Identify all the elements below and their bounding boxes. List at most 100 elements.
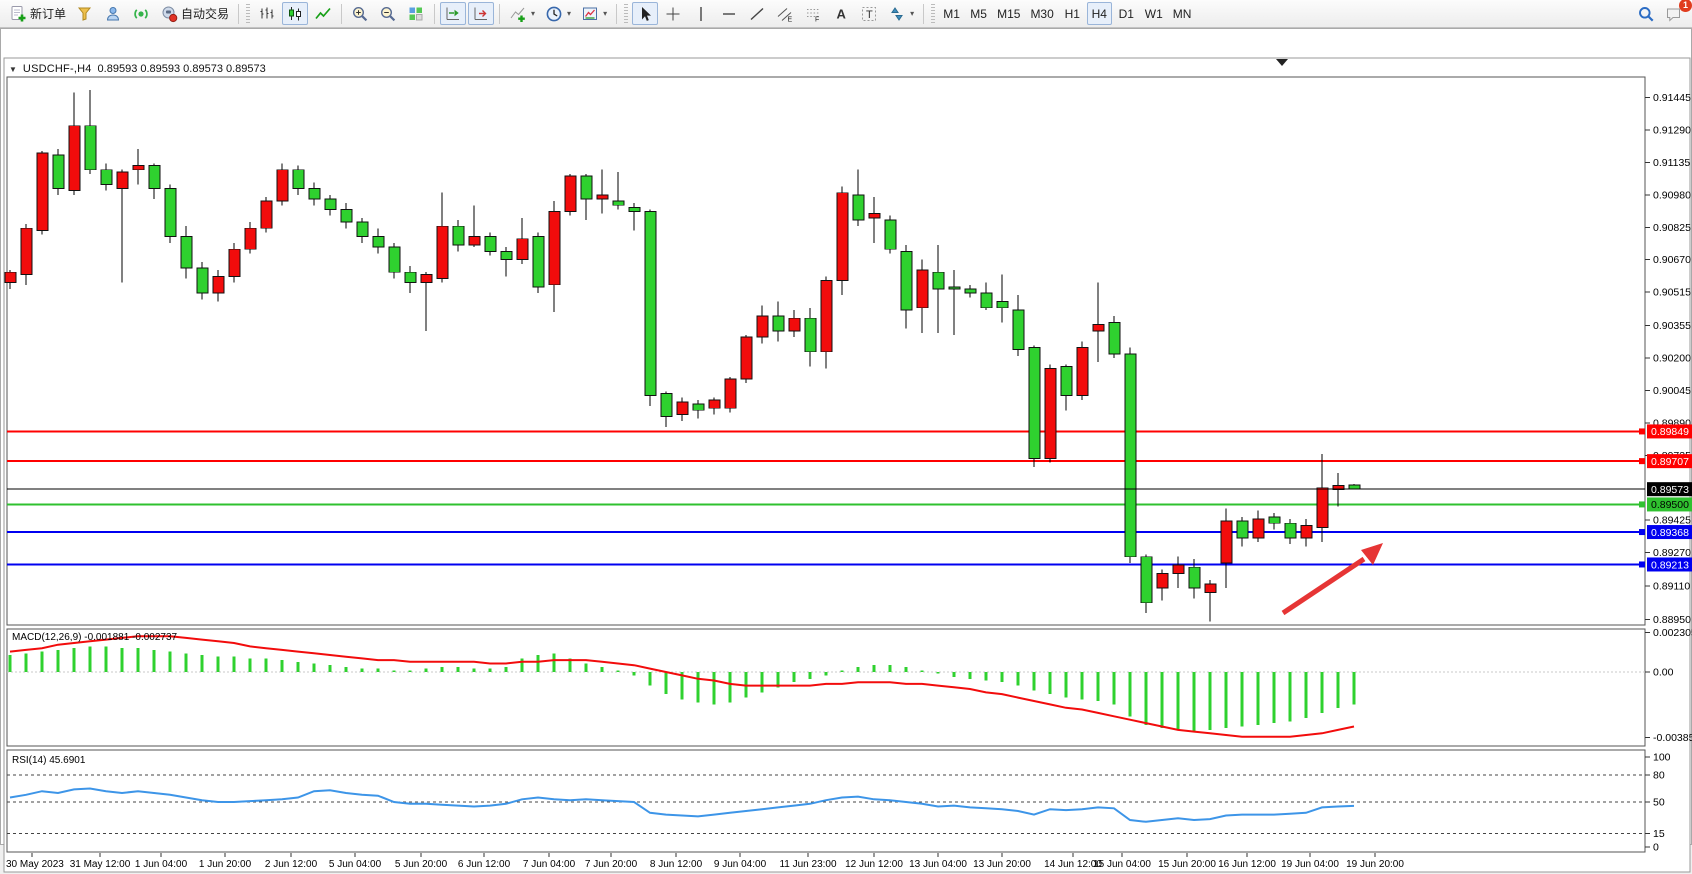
candle-body: [405, 272, 416, 282]
mql-editor-button[interactable]: [72, 2, 98, 25]
price-axis-label: 0.90670: [1653, 254, 1691, 266]
candle-body: [21, 228, 32, 274]
line-chart-button[interactable]: [310, 2, 336, 25]
tf-h4-button[interactable]: H4: [1087, 2, 1112, 25]
rsi-axis-label: 0: [1653, 842, 1659, 854]
vertical-line-button[interactable]: [688, 2, 714, 25]
collapse-chart-icon[interactable]: ▼: [9, 65, 17, 74]
candle-body: [437, 226, 448, 278]
candle-body: [1045, 368, 1056, 458]
price-axis-label: 0.91290: [1653, 124, 1691, 136]
text-a-icon: A: [832, 5, 850, 23]
chart-canvas[interactable]: 0.914450.912900.911350.909800.908250.906…: [1, 29, 1692, 874]
community-button[interactable]: [100, 2, 126, 25]
time-axis-label: 1 Jun 04:00: [135, 859, 188, 870]
tf-m5-button[interactable]: M5: [966, 2, 991, 25]
fibonacci-button[interactable]: F: [800, 2, 826, 25]
price-axis-label: 0.90200: [1653, 353, 1691, 365]
signals-button[interactable]: [128, 2, 154, 25]
candle-body: [805, 318, 816, 351]
candle-body: [5, 272, 16, 282]
level-line-handle[interactable]: [1639, 561, 1645, 567]
candle-chart-button[interactable]: [282, 2, 308, 25]
channel-button[interactable]: E: [772, 2, 798, 25]
candles-chart-icon: [286, 5, 304, 23]
candle-body: [1301, 525, 1312, 538]
zoom-in-button[interactable]: [347, 2, 373, 25]
toolbar-grip[interactable]: [931, 4, 935, 24]
tile-windows-button[interactable]: [403, 2, 429, 25]
bar-chart-button[interactable]: [254, 2, 280, 25]
tf-mn-button[interactable]: MN: [1169, 2, 1196, 25]
candle-body: [341, 209, 352, 222]
tf-h1-button[interactable]: H1: [1060, 2, 1085, 25]
candle-body: [837, 193, 848, 281]
search-button[interactable]: [1633, 2, 1659, 25]
new-order-button[interactable]: 新订单: [5, 2, 70, 25]
chart-title-bar: ▼ USDCHF-,H4 0.89593 0.89593 0.89573 0.8…: [9, 63, 266, 75]
level-price-label: 0.89707: [1651, 456, 1689, 468]
candle-body: [597, 195, 608, 199]
candle-body: [53, 155, 64, 188]
toolbar-separator: [616, 4, 617, 24]
tf-d1-button[interactable]: D1: [1114, 2, 1139, 25]
notification-badge: 1: [1679, 0, 1692, 12]
macd-axis-label: 0.002305: [1653, 627, 1692, 639]
candle-body: [693, 404, 704, 410]
level-line-handle[interactable]: [1639, 428, 1645, 434]
level-line-handle[interactable]: [1639, 458, 1645, 464]
candle-body: [741, 337, 752, 379]
text-button[interactable]: A: [828, 2, 854, 25]
level-line-handle[interactable]: [1639, 501, 1645, 507]
notifications-button[interactable]: 1: [1661, 2, 1687, 25]
candle-body: [85, 126, 96, 170]
arrows-button[interactable]: ▾: [884, 2, 918, 25]
toolbar-grip[interactable]: [246, 4, 250, 24]
candle-body: [325, 199, 336, 209]
tf-m1-button[interactable]: M1: [939, 2, 964, 25]
chart-window[interactable]: ▼ USDCHF-,H4 0.89593 0.89593 0.89573 0.8…: [0, 28, 1692, 845]
candle-body: [229, 249, 240, 276]
candle-body: [1029, 348, 1040, 459]
candle-body: [1237, 521, 1248, 538]
price-axis-label: 0.89110: [1653, 581, 1690, 593]
current-price-label: 0.89573: [1651, 484, 1689, 496]
toolbar-grip[interactable]: [624, 4, 628, 24]
auto-scroll-button[interactable]: [440, 2, 466, 25]
candle-body: [917, 270, 928, 308]
doc-plus-icon: [9, 5, 27, 23]
time-axis-label: 7 Jun 20:00: [585, 859, 638, 870]
candle-body: [677, 402, 688, 415]
templates-button[interactable]: ▾: [577, 2, 611, 25]
template-icon: [581, 5, 599, 23]
tf-m15-button[interactable]: M15: [993, 2, 1024, 25]
rsi-axis-label: 100: [1653, 752, 1671, 764]
horizontal-line-button[interactable]: [716, 2, 742, 25]
price-axis-label: 0.88950: [1653, 614, 1691, 626]
cursor-icon: [636, 5, 654, 23]
zoom-in-icon: [351, 5, 369, 23]
candle-body: [1349, 485, 1360, 489]
time-axis-label: 19 Jun 04:00: [1281, 859, 1339, 870]
candle-body: [1173, 565, 1184, 573]
autotrading-button[interactable]: 自动交易: [156, 2, 233, 25]
trendline-button[interactable]: [744, 2, 770, 25]
tf-w1-button[interactable]: W1: [1141, 2, 1167, 25]
price-axis-label: 0.90825: [1653, 222, 1691, 234]
zoom-out-button[interactable]: [375, 2, 401, 25]
crosshair-button[interactable]: [660, 2, 686, 25]
line-chart-icon: [314, 5, 332, 23]
toolbar-separator: [238, 4, 239, 24]
indicators-button[interactable]: ▾: [505, 2, 539, 25]
candle-body: [549, 212, 560, 285]
tf-m30-button[interactable]: M30: [1026, 2, 1057, 25]
level-line-handle[interactable]: [1639, 529, 1645, 535]
candle-body: [789, 318, 800, 331]
price-axis-label: 0.91135: [1653, 157, 1690, 169]
cursor-button[interactable]: [632, 2, 658, 25]
time-axis-label: 19 Jun 20:00: [1346, 859, 1404, 870]
label-button[interactable]: T: [856, 2, 882, 25]
arrows-icon: [888, 5, 906, 23]
chart-shift-button[interactable]: [468, 2, 494, 25]
periods-button[interactable]: ▾: [541, 2, 575, 25]
